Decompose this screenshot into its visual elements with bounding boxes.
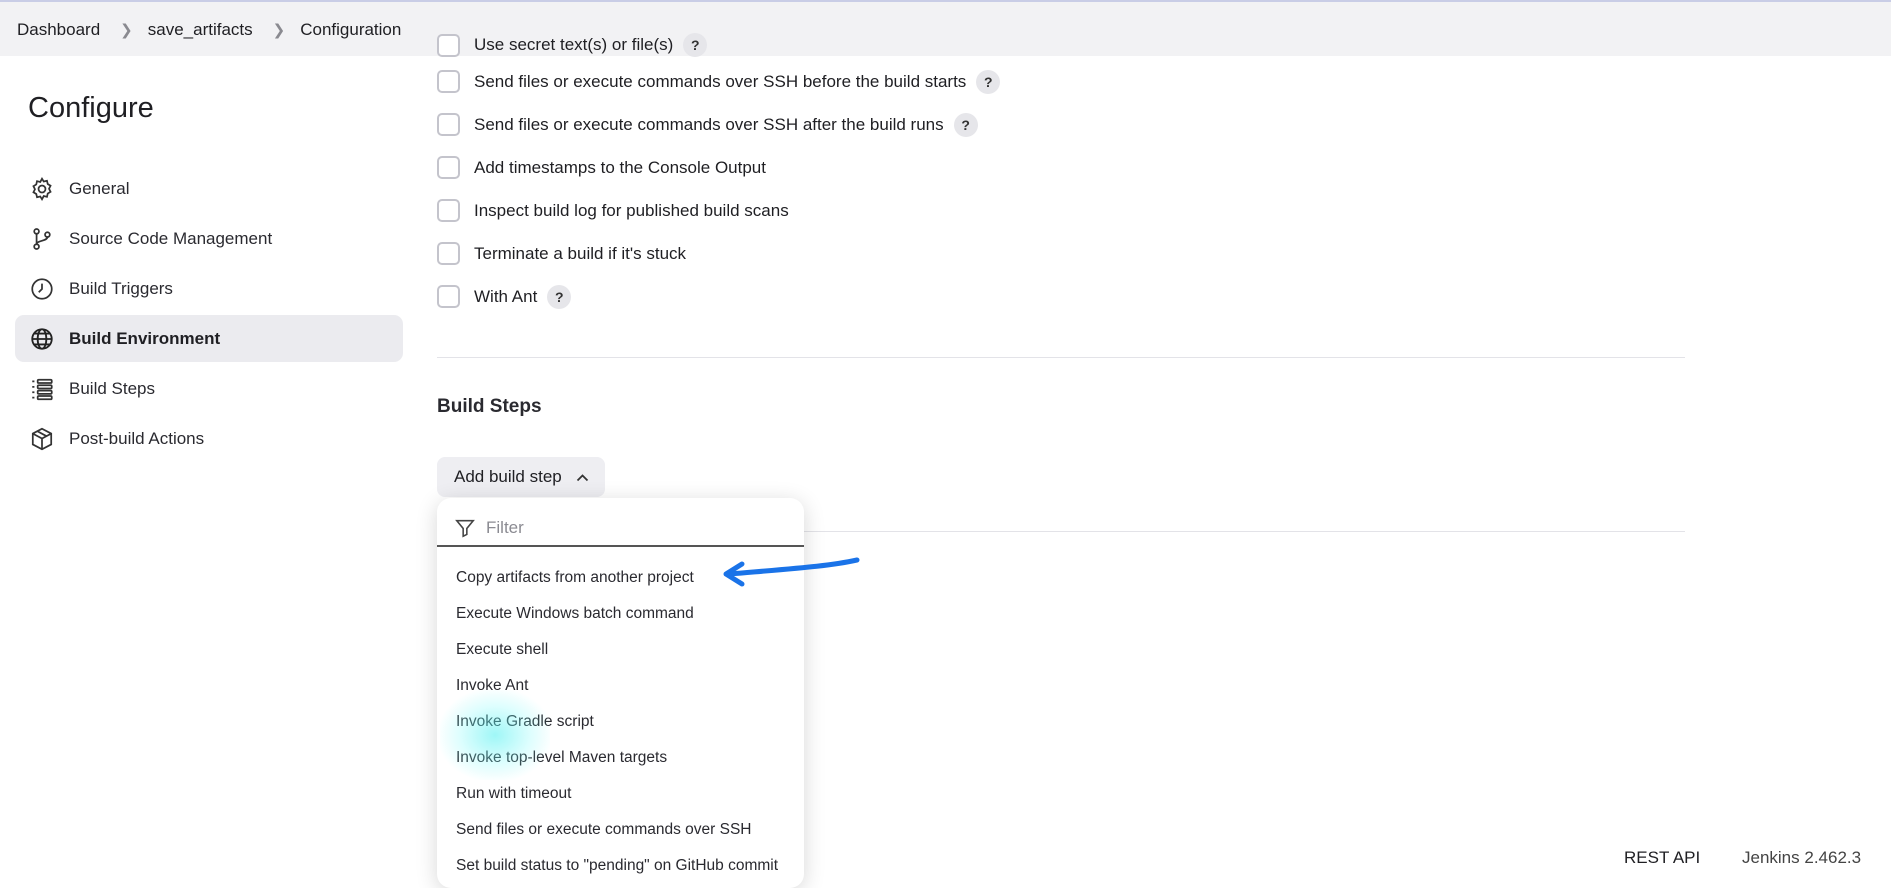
option-terminate-stuck-build[interactable]: Terminate a build if it's stuck xyxy=(437,232,1000,275)
option-ssh-before-build[interactable]: Send files or execute commands over SSH … xyxy=(437,60,1001,103)
chevron-right-icon: ❯ xyxy=(120,22,133,39)
build-steps-title: Build Steps xyxy=(437,396,542,417)
sidebar: General Source Code Management Build Tri… xyxy=(15,165,403,465)
sidebar-item-build-triggers[interactable]: Build Triggers xyxy=(15,265,403,312)
checkbox[interactable] xyxy=(437,70,460,93)
menu-item-invoke-gradle[interactable]: Invoke Gradle script xyxy=(437,704,804,740)
menu-item-run-with-timeout[interactable]: Run with timeout xyxy=(437,776,804,812)
checkbox[interactable] xyxy=(437,285,460,308)
annotation-arrow-icon xyxy=(723,557,860,587)
option-ssh-after-build[interactable]: Send files or execute commands over SSH … xyxy=(437,103,1000,146)
option-label: Send files or execute commands over SSH … xyxy=(474,71,967,91)
filter-box xyxy=(454,512,784,544)
globe-icon xyxy=(31,327,53,350)
option-with-ant[interactable]: With Ant ? xyxy=(437,275,1000,318)
help-icon[interactable]: ? xyxy=(683,33,708,57)
breadcrumb-project[interactable]: save_artifacts xyxy=(148,20,253,40)
filter-underline xyxy=(437,545,804,547)
gear-icon xyxy=(32,176,52,201)
sidebar-item-label: General xyxy=(69,178,130,198)
sidebar-item-post-build-actions[interactable]: Post-build Actions xyxy=(15,415,403,462)
add-build-step-button[interactable]: Add build step xyxy=(437,457,605,497)
checkbox[interactable] xyxy=(437,199,460,222)
sidebar-item-build-steps[interactable]: Build Steps xyxy=(15,365,403,412)
build-step-menu: Copy artifacts from another project Exec… xyxy=(437,560,804,884)
section-divider xyxy=(437,357,1685,358)
checkbox[interactable] xyxy=(437,156,460,179)
menu-item-invoke-maven[interactable]: Invoke top-level Maven targets xyxy=(437,740,804,776)
help-icon[interactable]: ? xyxy=(953,112,978,137)
help-icon[interactable]: ? xyxy=(547,284,572,309)
menu-item-execute-shell[interactable]: Execute shell xyxy=(437,632,804,668)
sidebar-item-label: Build Environment xyxy=(69,328,221,348)
package-icon xyxy=(31,427,53,450)
build-environment-options: Use secret text(s) or file(s) ? Send fil… xyxy=(437,33,1001,318)
option-inspect-build-log[interactable]: Inspect build log for published build sc… xyxy=(437,189,1000,232)
chevron-right-icon: ❯ xyxy=(272,22,286,39)
option-label: Terminate a build if it's stuck xyxy=(474,243,687,263)
menu-item-invoke-ant[interactable]: Invoke Ant xyxy=(437,668,804,704)
breadcrumb-configuration[interactable]: Configuration xyxy=(300,20,401,40)
checkbox[interactable] xyxy=(437,242,460,265)
rest-api-link[interactable]: REST API xyxy=(1624,848,1700,868)
page-title: Configure xyxy=(28,92,154,124)
chevron-up-icon xyxy=(576,470,589,485)
sidebar-item-label: Build Triggers xyxy=(69,278,173,298)
sidebar-item-label: Source Code Management xyxy=(69,228,273,248)
checkbox[interactable] xyxy=(437,113,460,136)
filter-icon xyxy=(455,519,475,538)
clock-icon xyxy=(31,277,53,300)
sidebar-item-label: Build Steps xyxy=(69,378,155,398)
option-label: Inspect build log for published build sc… xyxy=(474,200,789,220)
option-add-timestamps[interactable]: Add timestamps to the Console Output xyxy=(437,146,1000,189)
sidebar-item-build-environment[interactable]: Build Environment xyxy=(15,315,403,362)
menu-item-ssh-commands[interactable]: Send files or execute commands over SSH xyxy=(437,812,804,848)
jenkins-version[interactable]: Jenkins 2.462.3 xyxy=(1742,848,1861,868)
sidebar-item-source-code-management[interactable]: Source Code Management xyxy=(15,215,403,262)
branch-icon xyxy=(33,227,51,250)
list-icon xyxy=(32,378,53,400)
breadcrumb-dashboard[interactable]: Dashboard xyxy=(17,20,100,40)
help-icon[interactable]: ? xyxy=(976,69,1001,94)
option-label: With Ant xyxy=(474,286,538,306)
option-use-secret-text[interactable]: Use secret text(s) or file(s) ? xyxy=(437,30,1000,60)
filter-input[interactable] xyxy=(484,517,768,539)
breadcrumb: Dashboard ❯ save_artifacts ❯ Configurati… xyxy=(17,20,401,40)
option-label: Send files or execute commands over SSH … xyxy=(474,114,944,134)
option-label: Add timestamps to the Console Output xyxy=(474,157,766,177)
sidebar-item-label: Post-build Actions xyxy=(69,428,205,448)
option-label: Use secret text(s) or file(s) xyxy=(474,35,674,54)
menu-item-windows-batch[interactable]: Execute Windows batch command xyxy=(437,596,804,632)
menu-item-github-pending-status[interactable]: Set build status to "pending" on GitHub … xyxy=(437,848,804,884)
sidebar-item-general[interactable]: General xyxy=(15,165,403,212)
add-build-step-label: Add build step xyxy=(454,467,562,486)
checkbox[interactable] xyxy=(437,33,460,57)
